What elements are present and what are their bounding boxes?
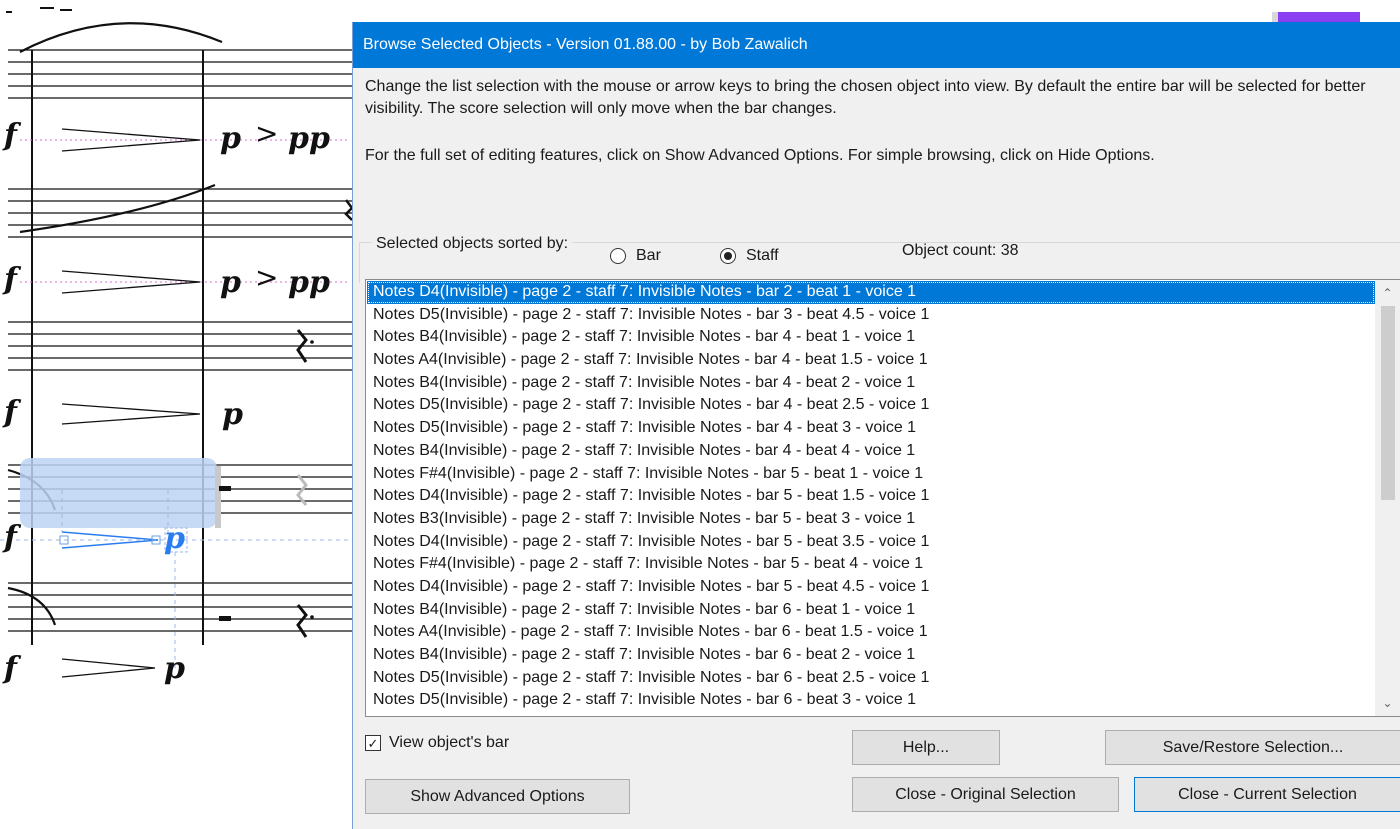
dynamic-accent-2: > [255, 261, 279, 294]
list-item[interactable]: Notes A4(Invisible) - page 2 - staff 7: … [367, 349, 1375, 372]
vertical-scrollbar[interactable]: ⌃ ⌄ [1375, 280, 1400, 716]
list-item[interactable]: Notes B4(Invisible) - page 2 - staff 7: … [367, 440, 1375, 463]
list-item[interactable]: Notes D5(Invisible) - page 2 - staff 7: … [367, 667, 1375, 690]
dynamic-accent-1: > [255, 117, 279, 150]
list-item[interactable]: Notes D5(Invisible) - page 2 - staff 7: … [367, 417, 1375, 440]
dynamic-piano-5: p [164, 651, 185, 686]
sort-by-bar-label: Bar [636, 247, 661, 264]
dynamic-forte-1: f [4, 118, 17, 153]
show-advanced-options-button[interactable]: Show Advanced Options [365, 779, 630, 814]
browse-selected-objects-dialog: Browse Selected Objects - Version 01.88.… [352, 22, 1400, 829]
objects-list: Notes D4(Invisible) - page 2 - staff 7: … [367, 281, 1375, 712]
instructions-text: Change the list selection with the mouse… [365, 78, 1366, 117]
list-item[interactable]: Notes D5(Invisible) - page 2 - staff 7: … [367, 689, 1375, 712]
dialog-title: Browse Selected Objects - Version 01.88.… [363, 36, 808, 53]
dialog-titlebar[interactable]: Browse Selected Objects - Version 01.88.… [353, 22, 1400, 68]
close-current-selection-button[interactable]: Close - Current Selection [1134, 777, 1400, 812]
list-item[interactable]: Notes D4(Invisible) - page 2 - staff 7: … [367, 485, 1375, 508]
checkbox-checked-icon[interactable]: ✓ [365, 735, 381, 751]
dynamic-piano-1: p [220, 121, 241, 156]
sort-by-bar-radio[interactable]: Bar [610, 247, 661, 265]
help-button[interactable]: Help... [852, 730, 1000, 765]
list-item[interactable]: Notes B4(Invisible) - page 2 - staff 7: … [367, 326, 1375, 349]
list-item[interactable]: Notes B4(Invisible) - page 2 - staff 7: … [367, 599, 1375, 622]
object-count: Object count: 38 [902, 242, 1019, 259]
sort-label: Selected objects sorted by: [372, 235, 573, 253]
dynamic-forte-4: f [4, 520, 17, 555]
dynamic-piano-2: p [220, 265, 241, 300]
view-object-bar-checkbox[interactable]: ✓ View object's bar [365, 734, 509, 752]
list-item[interactable]: Notes F#4(Invisible) - page 2 - staff 7:… [367, 553, 1375, 576]
list-item[interactable]: Notes B4(Invisible) - page 2 - staff 7: … [367, 372, 1375, 395]
dynamic-pianissimo-2: pp [288, 265, 330, 300]
radio-circle-icon [610, 248, 626, 264]
objects-listbox[interactable]: Notes D4(Invisible) - page 2 - staff 7: … [365, 279, 1400, 717]
list-item[interactable]: Notes D5(Invisible) - page 2 - staff 7: … [367, 304, 1375, 327]
list-item[interactable]: Notes D5(Invisible) - page 2 - staff 7: … [367, 394, 1375, 417]
list-item[interactable]: Notes F#4(Invisible) - page 2 - staff 7:… [367, 463, 1375, 486]
view-object-bar-label: View object's bar [389, 734, 510, 751]
list-item[interactable]: Notes B4(Invisible) - page 2 - staff 7: … [367, 644, 1375, 667]
sort-by-staff-radio[interactable]: Staff [720, 247, 779, 265]
dynamic-piano-3: p [222, 397, 243, 432]
scroll-down-icon[interactable]: ⌄ [1375, 692, 1400, 714]
save-restore-selection-button[interactable]: Save/Restore Selection... [1105, 730, 1400, 765]
dynamic-piano-selected[interactable]: p [164, 524, 185, 554]
dynamic-forte-2: f [4, 262, 17, 297]
dynamic-pianissimo-1: pp [288, 121, 330, 156]
list-item[interactable]: Notes B3(Invisible) - page 2 - staff 7: … [367, 508, 1375, 531]
list-item[interactable]: Notes D4(Invisible) - page 2 - staff 7: … [367, 281, 1375, 304]
advanced-hint-text: For the full set of editing features, cl… [365, 147, 1155, 164]
list-item[interactable]: Notes D4(Invisible) - page 2 - staff 7: … [367, 576, 1375, 599]
radio-selected-icon [720, 248, 736, 264]
scroll-thumb[interactable] [1381, 306, 1395, 500]
sort-groupbox: Selected objects sorted by: Bar Staff Ob… [359, 235, 1400, 283]
scroll-up-icon[interactable]: ⌃ [1375, 282, 1400, 304]
sort-by-staff-label: Staff [746, 247, 779, 264]
score-canvas: f p > pp f p > pp f p f p f p [0, 0, 360, 829]
list-item[interactable]: Notes A4(Invisible) - page 2 - staff 7: … [367, 621, 1375, 644]
close-original-selection-button[interactable]: Close - Original Selection [852, 777, 1119, 812]
dynamic-forte-5: f [4, 651, 17, 686]
dynamic-forte-3: f [4, 395, 17, 430]
list-item[interactable]: Notes D4(Invisible) - page 2 - staff 7: … [367, 531, 1375, 554]
